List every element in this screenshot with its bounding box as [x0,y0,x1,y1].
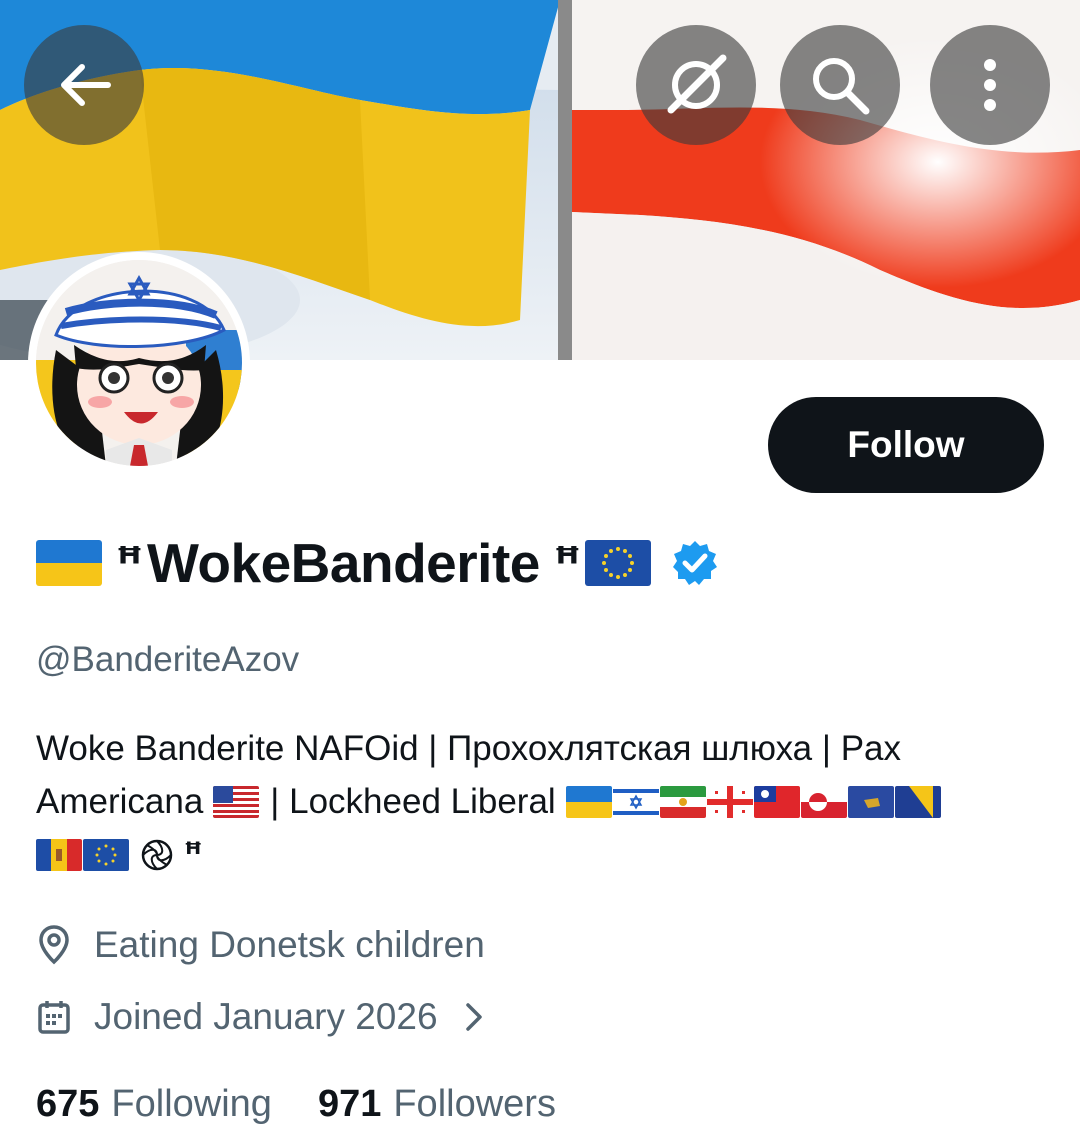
bio: Woke Banderite NAFOid | Прохохлятская шл… [36,722,1046,881]
bio-text: | Lockheed Liberal [270,782,556,821]
profile-location: Eating Donetsk children [38,924,485,966]
location-text: Eating Donetsk children [94,924,485,965]
flag-kosovo-icon [847,785,894,818]
search-icon [813,58,870,115]
flag-eu-icon [83,838,129,871]
calendar-icon [38,1001,70,1034]
joined-text: Joined January 2026 [94,996,438,1037]
following-label: Following [111,1083,272,1125]
avatar[interactable] [28,252,250,474]
followers-stat[interactable]: 971 Followers [318,1083,556,1126]
flag-taiwan-icon [753,785,800,818]
nafo-symbol: ꟸ [553,538,581,588]
armenian-eternity-symbol-icon [141,839,173,870]
display-name-row: ꟸ WokeBanderite ꟸ [36,530,719,596]
back-button[interactable] [24,25,144,145]
flag-ukraine-icon [565,785,612,818]
flag-usa-icon [213,785,260,818]
followers-count: 971 [317,1083,382,1125]
grok-icon [667,54,727,114]
follow-stats: 675 Following 971 Followers [36,1083,556,1126]
bio-line: Woke Banderite NAFOid | Прохохлятская шл… [36,722,1046,775]
bio-text: Woke Banderite NAFOid | Прохохлятская шл… [36,729,902,768]
following-stat[interactable]: 675 Following [36,1083,272,1126]
more-button[interactable] [930,25,1050,145]
follow-button[interactable]: Follow [768,397,1044,493]
followers-label: Followers [393,1083,556,1125]
search-button[interactable] [780,25,900,145]
flag-bosnia-icon [894,785,941,818]
grok-button[interactable] [636,25,756,145]
more-vertical-icon [984,59,996,111]
profile-joined[interactable]: Joined January 2026 [38,996,508,1038]
following-count: 675 [36,1083,100,1125]
chevron-right-icon[interactable] [464,1002,484,1032]
nafo-symbol: ꟸ [116,538,143,588]
flag-moldova-icon [36,838,82,871]
avatar-image [36,260,242,466]
arrow-left-icon [61,64,111,106]
flag-georgia-icon [706,785,753,818]
user-handle: @BanderiteAzov [36,640,300,679]
nafo-symbol: ꟸ [184,838,203,871]
display-name: WokeBanderite [146,532,540,594]
bio-line: ꟸ [36,828,1046,881]
verified-badge-icon[interactable] [671,539,719,587]
location-pin-icon [39,925,69,965]
bio-line: Americana | Lockheed Liberal [36,775,1046,828]
flag-israel-icon [612,785,659,818]
flag-ukraine-icon [36,540,102,586]
bio-text: Americana [36,782,204,821]
flag-greenland-icon [800,785,847,818]
flag-iran-lion-sun-icon [659,785,706,818]
flag-eu-icon [584,540,651,586]
